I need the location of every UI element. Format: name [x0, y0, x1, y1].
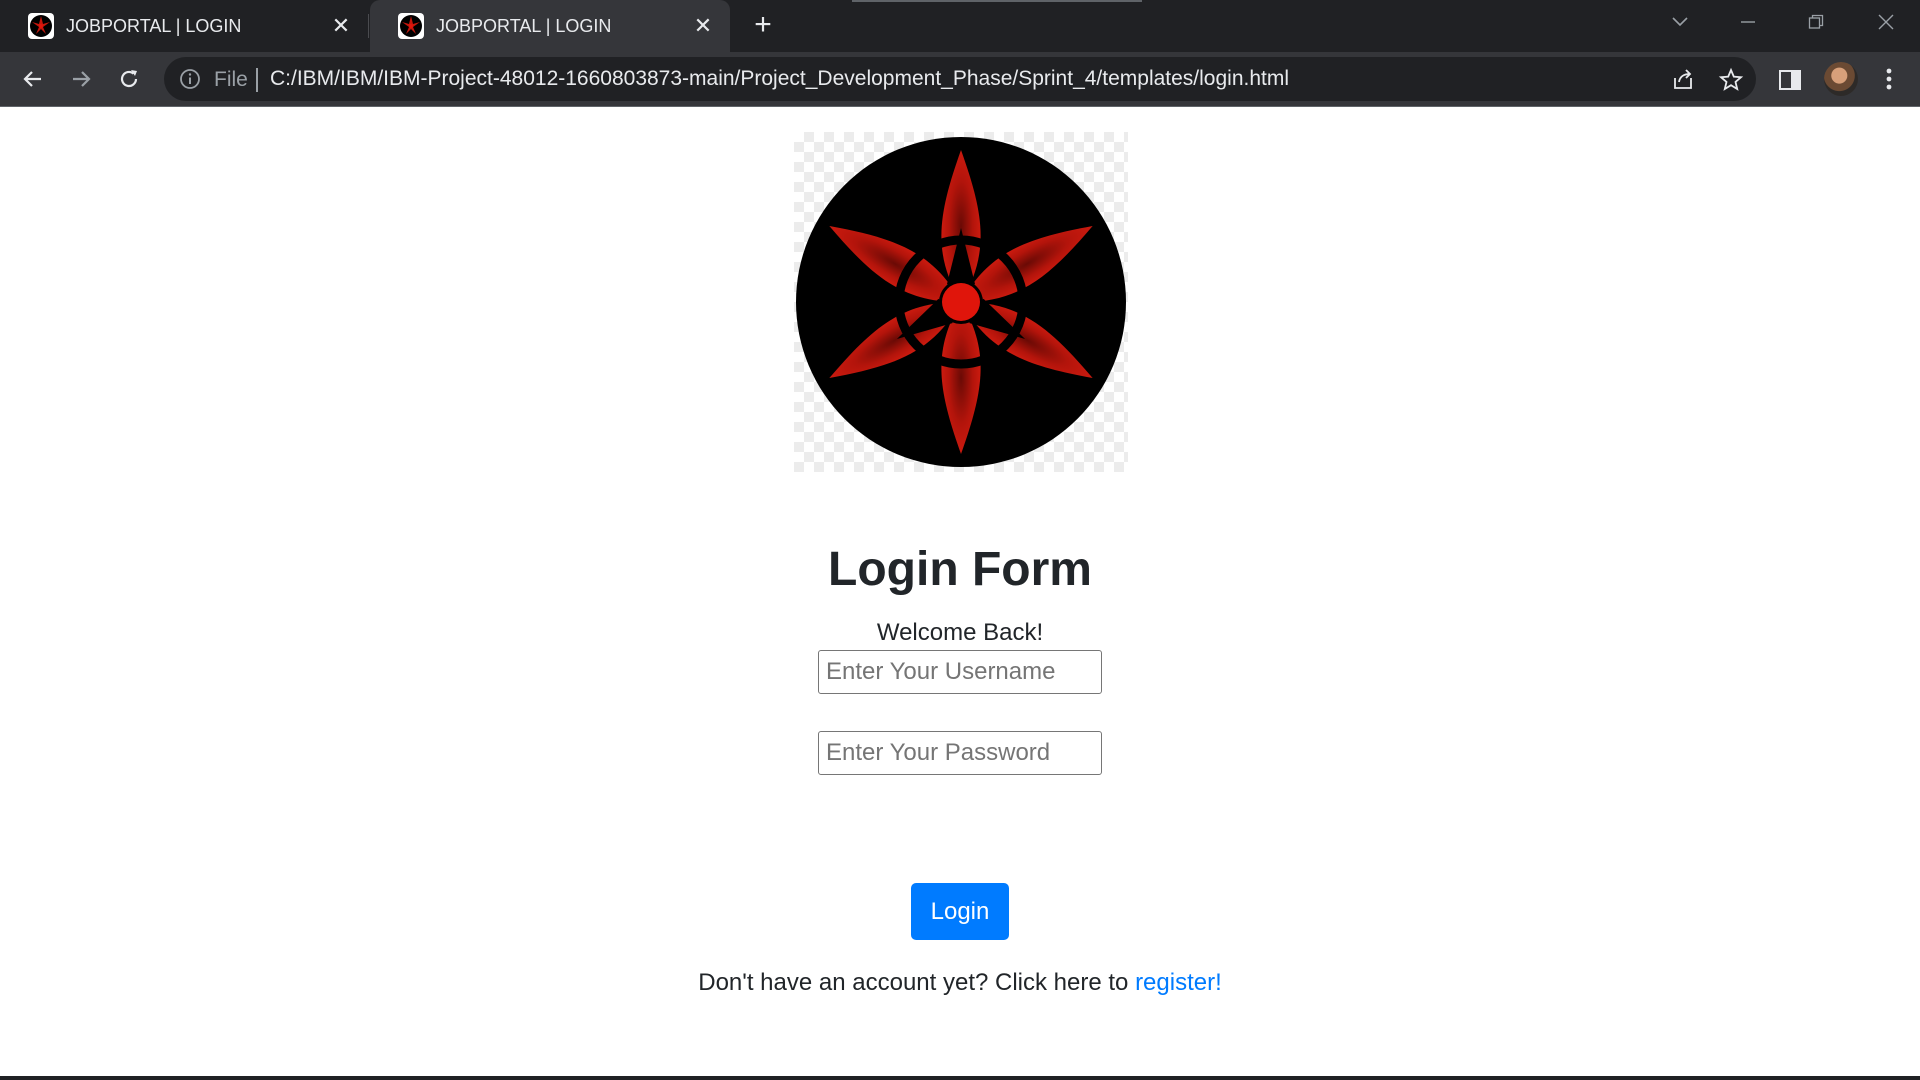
welcome-text: Welcome Back!	[876, 619, 1044, 646]
login-form-title: Login Form	[828, 543, 1092, 596]
username-input[interactable]	[818, 650, 1102, 694]
bookmark-star-icon[interactable]	[1718, 67, 1744, 93]
password-input[interactable]	[818, 731, 1102, 775]
info-icon[interactable]	[178, 67, 202, 91]
browser-tab-1[interactable]: JOBPORTAL | LOGIN ✕	[0, 0, 368, 52]
close-icon[interactable]: ✕	[326, 11, 356, 41]
register-prompt-text: Don't have an account yet? Click here to	[698, 969, 1136, 996]
tab-title: JOBPORTAL | LOGIN	[436, 15, 612, 36]
address-separator	[256, 68, 258, 92]
browser-tab-2[interactable]: JOBPORTAL | LOGIN ✕	[370, 0, 730, 52]
address-scheme-label: File	[214, 68, 248, 91]
tab-search-icon[interactable]	[1652, 0, 1708, 44]
share-icon[interactable]	[1670, 67, 1696, 93]
register-link[interactable]: register!	[1135, 969, 1222, 996]
minimize-icon[interactable]	[1720, 0, 1776, 44]
restore-icon[interactable]	[1788, 0, 1844, 44]
new-tab-icon[interactable]: +	[748, 10, 778, 41]
tabstrip-top-line	[852, 0, 1142, 2]
tab-separator	[368, 14, 369, 38]
browser-toolbar: File C:/IBM/IBM/IBM-Project-48012-166080…	[0, 52, 1920, 106]
forward-arrow-icon[interactable]	[64, 62, 98, 96]
side-panel-icon[interactable]	[1776, 66, 1804, 94]
tab-favicon-icon	[28, 13, 54, 39]
browser-tabstrip: JOBPORTAL | LOGIN ✕ JOBPORTAL | LOGIN ✕ …	[0, 0, 1920, 52]
window-bottom-edge	[0, 1076, 1920, 1080]
tab-favicon-icon	[398, 13, 424, 39]
profile-avatar[interactable]	[1824, 62, 1858, 96]
window-close-icon[interactable]	[1858, 0, 1914, 44]
close-icon[interactable]: ✕	[688, 11, 718, 41]
sharingan-logo-graphic	[796, 137, 1126, 467]
back-arrow-icon[interactable]	[16, 62, 50, 96]
register-prompt: Don't have an account yet? Click here to…	[0, 969, 1920, 997]
tab-title: JOBPORTAL | LOGIN	[66, 15, 242, 36]
sharingan-logo	[794, 132, 1128, 472]
toolbar-divider	[0, 106, 1920, 107]
kebab-menu-icon[interactable]	[1874, 62, 1904, 96]
reload-icon[interactable]	[112, 62, 146, 96]
address-url[interactable]: C:/IBM/IBM/IBM-Project-48012-1660803873-…	[270, 67, 1289, 91]
address-bar[interactable]: File C:/IBM/IBM/IBM-Project-48012-166080…	[164, 57, 1756, 101]
login-button[interactable]: Login	[911, 883, 1009, 940]
